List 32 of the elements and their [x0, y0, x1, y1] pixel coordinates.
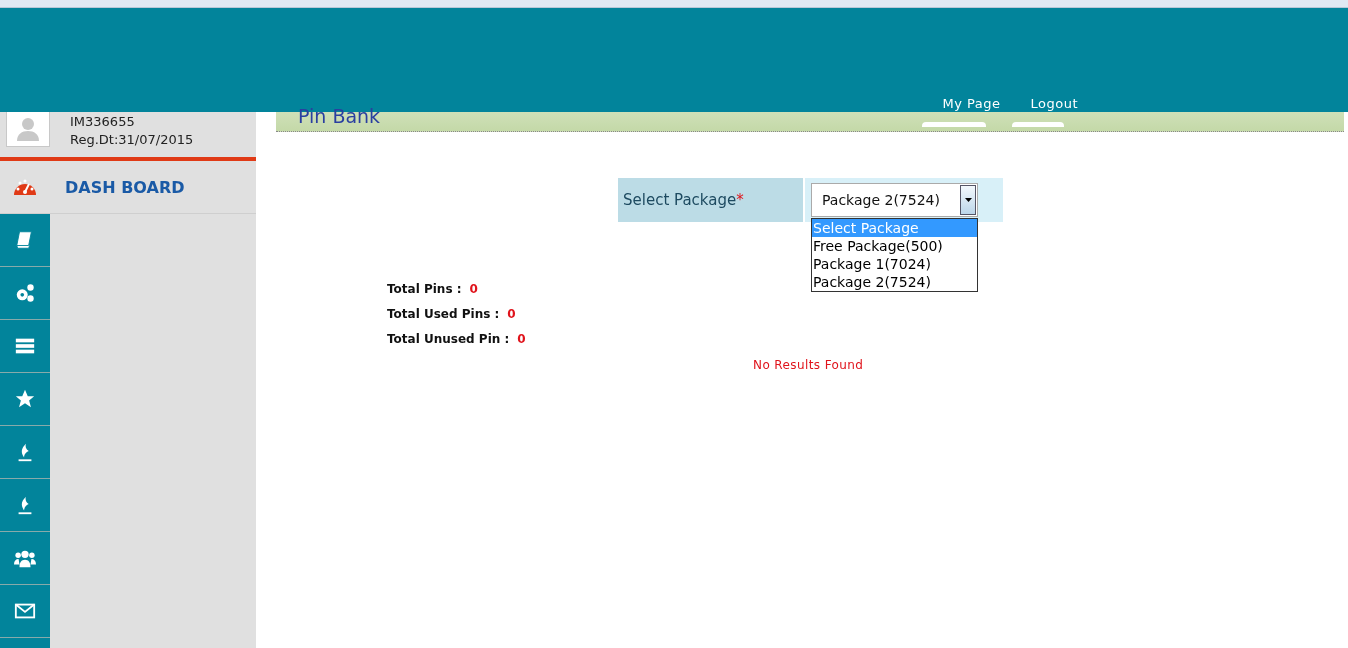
user-icon	[16, 117, 40, 141]
required-mark: *	[736, 191, 744, 209]
user-id: IM336655	[70, 113, 136, 131]
nav-link[interactable]: Logout	[1030, 96, 1078, 112]
stat-value: 0	[469, 282, 478, 296]
stat-label: Total Used Pins :	[387, 307, 500, 321]
gauge-icon	[13, 177, 37, 197]
menu-item[interactable]	[0, 585, 50, 638]
menu-item[interactable]	[0, 426, 50, 479]
field-label: Select Package	[623, 191, 737, 209]
package-select[interactable]: Package 2(7524)	[811, 183, 978, 217]
stat-label: Total Unused Pin :	[387, 332, 510, 346]
page-title: Pin Bank	[298, 105, 381, 127]
nav-tab-marker	[1012, 122, 1064, 127]
stat-value: 0	[507, 307, 516, 321]
star-icon	[14, 388, 36, 410]
stat-label: Total Pins :	[387, 282, 462, 296]
menu-item[interactable]	[0, 320, 50, 373]
stat-value: 0	[517, 332, 526, 346]
menu-item[interactable]	[0, 373, 50, 426]
registration-date: Reg.Dt:31/07/2015	[70, 131, 194, 149]
gears-icon	[14, 282, 36, 304]
menu-item[interactable]	[0, 479, 50, 532]
menu-item[interactable]	[0, 532, 50, 585]
dropdown-arrow-button[interactable]	[960, 185, 976, 215]
caret-icon	[964, 198, 972, 202]
menu-item[interactable]	[0, 214, 50, 267]
nav-tab-marker	[922, 122, 986, 127]
menu-item[interactable]	[0, 267, 50, 320]
nav-link[interactable]: My Page	[942, 96, 1001, 112]
empty-message: No Results Found	[753, 358, 864, 372]
dashboard-link[interactable]: DASH BOARD	[0, 161, 256, 214]
